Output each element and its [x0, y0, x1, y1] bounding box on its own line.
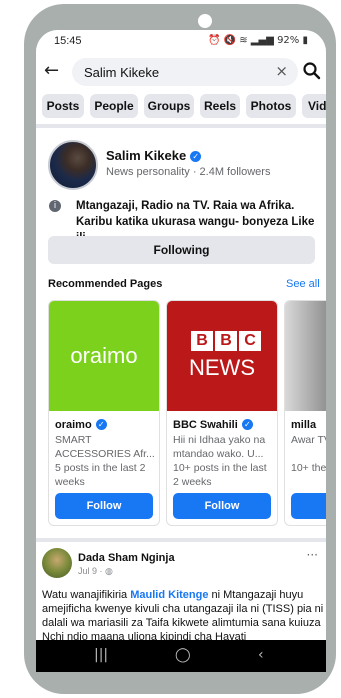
profile-subtitle: News personality · 2.4M followers: [106, 166, 271, 178]
bbc-news-logo: B B C NEWS: [167, 301, 277, 411]
profile-name-row[interactable]: Salim Kikeke ✓: [106, 148, 202, 163]
android-nav-bar: ||| ◯ ‹: [36, 640, 326, 672]
page-name: BBC Swahili: [173, 419, 238, 431]
post-author[interactable]: Dada Sham Nginja: [78, 552, 175, 564]
more-options-icon[interactable]: ···: [307, 548, 318, 562]
page-name: milla: [291, 419, 317, 431]
tab-photos[interactable]: Photos: [246, 94, 296, 118]
recent-apps-icon[interactable]: |||: [94, 647, 108, 663]
back-arrow-icon[interactable]: ←: [44, 60, 59, 81]
recommended-page-card[interactable]: milla Awar TV/R 10+ the l: [284, 300, 326, 526]
bbc-news-text: NEWS: [189, 355, 255, 380]
info-icon: i: [49, 200, 61, 212]
tab-groups[interactable]: Groups: [144, 94, 194, 118]
see-all-link[interactable]: See all: [286, 278, 320, 290]
page-activity: 10+ the l: [291, 462, 326, 474]
signal-icon: ▂▄▆: [250, 35, 274, 46]
tab-people[interactable]: People: [90, 94, 138, 118]
page-name: oraimo: [55, 419, 92, 431]
page-cover-image: [285, 301, 326, 411]
follow-button[interactable]: Follow: [55, 493, 153, 519]
page-description: Awar TV/R: [291, 434, 326, 446]
post-date: Jul 9 ·: [78, 566, 103, 576]
mention-link[interactable]: Maulid Kitenge: [130, 589, 208, 601]
verified-icon: ✓: [95, 419, 107, 430]
profile-name: Salim Kikeke: [106, 148, 187, 163]
screen: 15:45 ⏰ 🔇 ≋ ▂▄▆ 92% ▮ ← Salim Kikeke × P…: [36, 30, 326, 672]
clear-icon[interactable]: ×: [275, 62, 288, 80]
post-text: Watu wanajifikiria Maulid Kitenge ni Mta…: [42, 588, 324, 644]
verified-icon: ✓: [190, 151, 202, 162]
page-description: Hii ni Idhaa yako na mtandao wako. U...: [173, 434, 266, 460]
globe-icon: ◍: [105, 567, 113, 577]
oraimo-logo: oraimo: [49, 301, 159, 411]
recommended-title: Recommended Pages: [48, 278, 163, 290]
post-meta: Jul 9 · ◍: [78, 566, 113, 577]
search-query: Salim Kikeke: [84, 65, 160, 80]
wifi-icon: ≋: [239, 35, 248, 46]
battery-text: 92%: [277, 35, 300, 46]
page-activity: 5 posts in the last 2 weeks: [55, 462, 146, 488]
recommended-page-card[interactable]: oraimo oraimo ✓ SMART ACCESSORIES Afr... …: [48, 300, 160, 526]
front-camera: [198, 14, 212, 28]
battery-icon: ▮: [302, 35, 308, 46]
status-bar: 15:45 ⏰ 🔇 ≋ ▂▄▆ 92% ▮: [36, 30, 326, 52]
filter-tabs: Posts People Groups Reels Photos Vide: [36, 92, 326, 124]
status-icons: ⏰ 🔇 ≋ ▂▄▆ 92% ▮: [208, 35, 308, 46]
follow-button[interactable]: Follow: [173, 493, 271, 519]
recommended-page-card[interactable]: B B C NEWS BBC Swahili ✓ Hii ni Idhaa yak…: [166, 300, 278, 526]
home-icon[interactable]: ◯: [175, 647, 191, 663]
following-button[interactable]: Following: [48, 236, 315, 264]
tab-reels[interactable]: Reels: [200, 94, 240, 118]
follow-button[interactable]: [291, 493, 326, 519]
verified-icon: ✓: [241, 419, 253, 430]
search-input[interactable]: Salim Kikeke ×: [72, 58, 298, 86]
back-nav-icon[interactable]: ‹: [258, 647, 264, 663]
post-text-start: Watu wanajifikiria: [42, 589, 131, 601]
page-name-row: BBC Swahili ✓: [173, 419, 253, 431]
avatar[interactable]: [42, 548, 72, 578]
status-time: 15:45: [54, 35, 82, 47]
tab-videos[interactable]: Vide: [302, 94, 326, 118]
page-description: SMART ACCESSORIES Afr...: [55, 434, 155, 460]
mute-icon: 🔇: [223, 35, 237, 46]
tab-posts[interactable]: Posts: [42, 94, 84, 118]
search-icon[interactable]: [302, 61, 322, 81]
page-activity: 10+ posts in the last 2 weeks: [173, 462, 267, 488]
profile-card: Salim Kikeke ✓ News personality · 2.4M fo…: [36, 128, 326, 538]
search-bar: ← Salim Kikeke ×: [36, 52, 326, 92]
alarm-icon: ⏰: [207, 35, 221, 46]
page-name-row: oraimo ✓: [55, 419, 107, 431]
avatar[interactable]: [48, 140, 98, 190]
